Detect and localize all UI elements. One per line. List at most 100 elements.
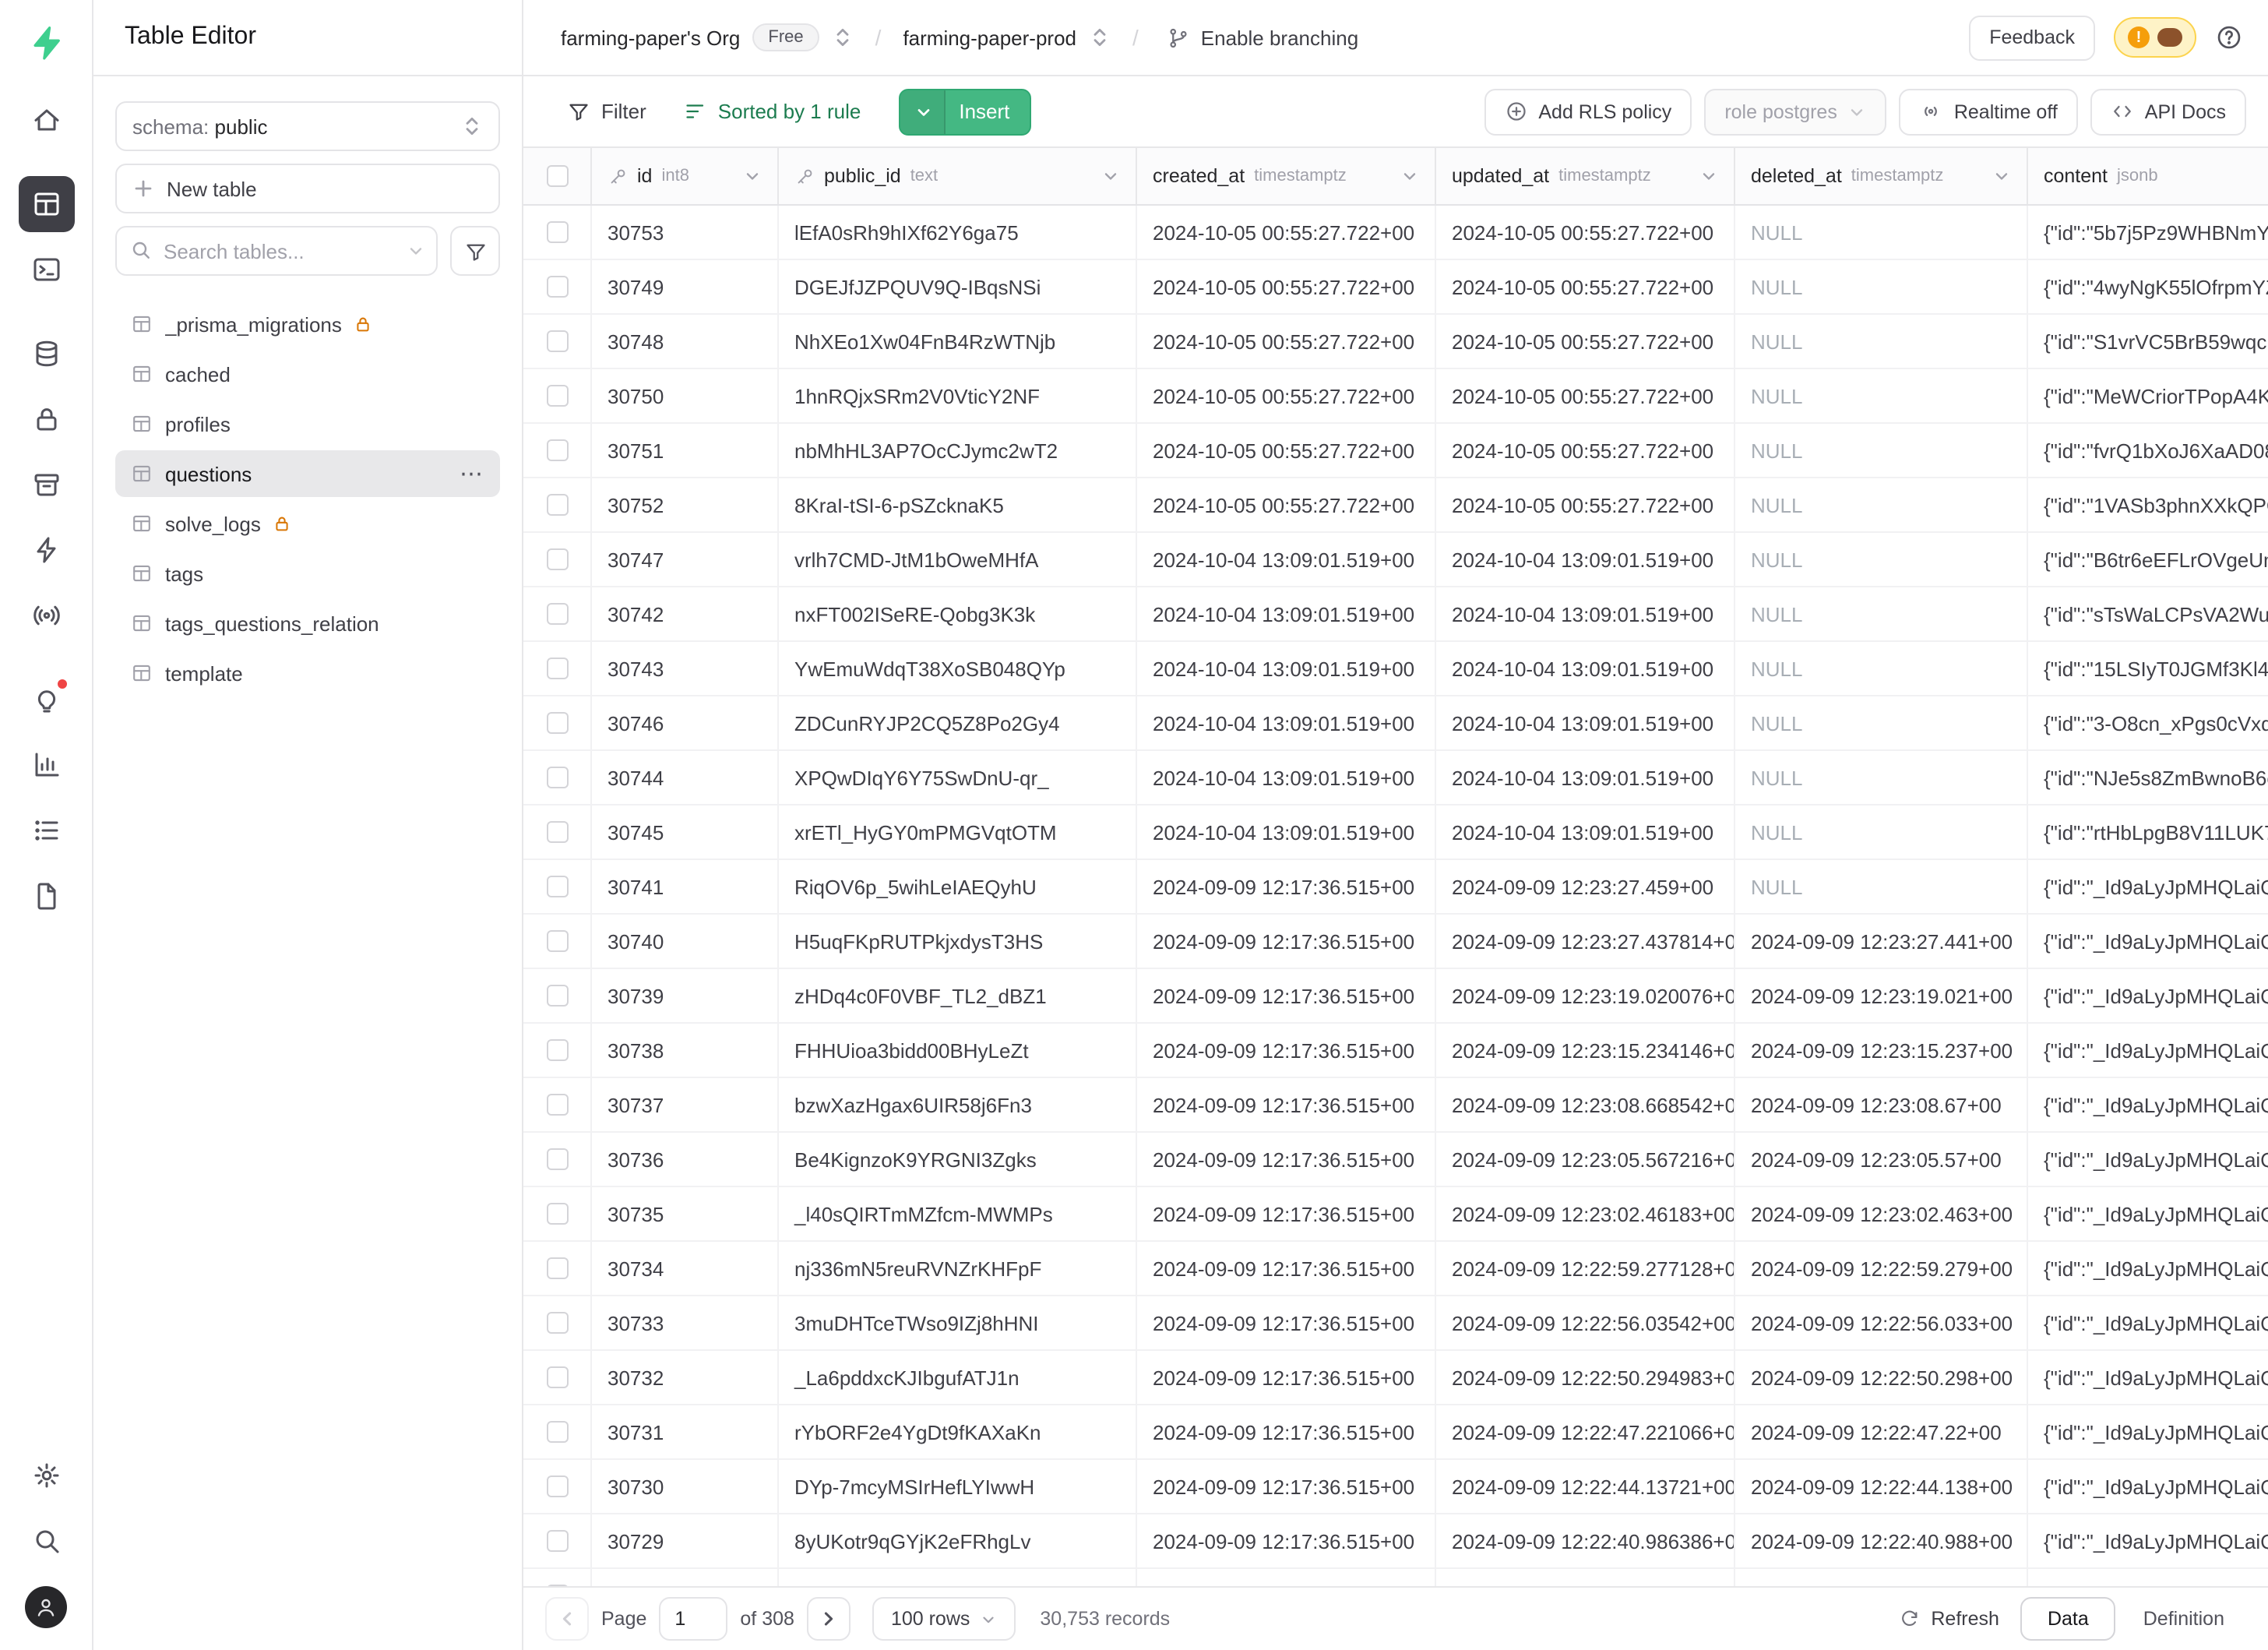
- cell-public-id[interactable]: _La6pddxcKJIbgufATJ1n: [779, 1351, 1137, 1404]
- sidebar-table-item[interactable]: template: [115, 650, 500, 696]
- nav-edge-functions-icon[interactable]: [18, 522, 74, 578]
- cell-content[interactable]: {"id":"_Id9aLyJpMHQLaiQG: [2028, 1569, 2268, 1586]
- cell-deleted-at[interactable]: 2024-09-09 12:22:47.22+00: [1735, 1405, 2028, 1458]
- cell-content[interactable]: {"id":"_Id9aLyJpMHQLaiQG: [2028, 1133, 2268, 1186]
- row-checkbox[interactable]: [546, 1421, 568, 1443]
- cell-deleted-at[interactable]: 2024-09-09 12:23:19.021+00: [1735, 969, 2028, 1022]
- cell-created-at[interactable]: 2024-09-09 12:17:36.515+00: [1137, 1569, 1436, 1586]
- nav-table-editor-icon[interactable]: [18, 176, 74, 232]
- row-checkbox[interactable]: [546, 221, 568, 243]
- cell-public-id[interactable]: DGEJfJZPQUV9Q-IBqsNSi: [779, 260, 1137, 313]
- cell-id[interactable]: 30739: [592, 969, 779, 1022]
- chevron-down-icon[interactable]: [1101, 167, 1120, 185]
- cell-created-at[interactable]: 2024-10-04 13:09:01.519+00: [1137, 587, 1436, 640]
- cell-id[interactable]: 30738: [592, 1024, 779, 1077]
- feedback-button[interactable]: Feedback: [1969, 15, 2095, 60]
- cell-created-at[interactable]: 2024-10-05 00:55:27.722+00: [1137, 478, 1436, 531]
- row-checkbox[interactable]: [546, 385, 568, 407]
- chevron-down-icon[interactable]: [1992, 167, 2011, 185]
- cell-updated-at[interactable]: 2024-10-05 00:55:27.722+00: [1436, 424, 1735, 477]
- table-row[interactable]: 30752 8KraI-tSI-6-pSZcknaK5 2024-10-05 0…: [523, 478, 2268, 533]
- cell-id[interactable]: 30748: [592, 315, 779, 368]
- row-checkbox[interactable]: [546, 330, 568, 352]
- cell-public-id[interactable]: zHDq4c0F0VBF_TL2_dBZ1: [779, 969, 1137, 1022]
- chevron-down-icon[interactable]: [743, 167, 762, 185]
- cell-updated-at[interactable]: 2024-10-04 13:09:01.519+00: [1436, 587, 1735, 640]
- table-row[interactable]: 30749 DGEJfJZPQUV9Q-IBqsNSi 2024-10-05 0…: [523, 260, 2268, 315]
- cell-id[interactable]: 30729: [592, 1514, 779, 1567]
- cell-content[interactable]: {"id":"_Id9aLyJpMHQLaiQG: [2028, 1296, 2268, 1349]
- cell-content[interactable]: {"id":"1VASb3phnXXkQPCpv: [2028, 478, 2268, 531]
- nav-advisors-icon[interactable]: [18, 672, 74, 728]
- table-row[interactable]: 30745 xrETl_HyGY0mPMGVqtOTM 2024-10-04 1…: [523, 806, 2268, 860]
- row-checkbox[interactable]: [546, 603, 568, 625]
- cell-deleted-at[interactable]: 2024-09-09 12:23:02.463+00: [1735, 1187, 2028, 1240]
- cell-public-id[interactable]: bzwXazHgax6UIR58j6Fn3: [779, 1078, 1137, 1131]
- tab-definition[interactable]: Definition: [2122, 1597, 2246, 1641]
- cell-created-at[interactable]: 2024-10-05 00:55:27.722+00: [1137, 206, 1436, 259]
- cell-created-at[interactable]: 2024-10-05 00:55:27.722+00: [1137, 315, 1436, 368]
- row-checkbox[interactable]: [546, 1312, 568, 1334]
- insert-button[interactable]: Insert: [898, 88, 1031, 135]
- row-checkbox[interactable]: [546, 1148, 568, 1170]
- cell-deleted-at[interactable]: NULL: [1735, 587, 2028, 640]
- cell-public-id[interactable]: 8yUKotr9qGYjK2eFRhgLv: [779, 1514, 1137, 1567]
- cell-public-id[interactable]: xrETl_HyGY0mPMGVqtOTM: [779, 806, 1137, 858]
- cell-id[interactable]: 30741: [592, 860, 779, 913]
- row-checkbox[interactable]: [546, 767, 568, 788]
- sidebar-table-item[interactable]: profiles: [115, 400, 500, 447]
- tab-data[interactable]: Data: [2021, 1597, 2115, 1641]
- cell-content[interactable]: {"id":"MeWCriorTPopA4Kc9: [2028, 369, 2268, 422]
- cell-updated-at[interactable]: 2024-10-04 13:09:01.519+00: [1436, 751, 1735, 804]
- cell-id[interactable]: 30733: [592, 1296, 779, 1349]
- chevron-down-icon[interactable]: [1699, 167, 1718, 185]
- cell-public-id[interactable]: YwEmuWdqT38XoSB048QYp: [779, 642, 1137, 695]
- row-checkbox[interactable]: [546, 548, 568, 570]
- cell-created-at[interactable]: 2024-09-09 12:17:36.515+00: [1137, 1460, 1436, 1513]
- cell-created-at[interactable]: 2024-09-09 12:17:36.515+00: [1137, 969, 1436, 1022]
- search-tables-input[interactable]: [115, 226, 438, 276]
- cell-updated-at[interactable]: 2024-10-04 13:09:01.519+00: [1436, 533, 1735, 586]
- cell-content[interactable]: {"id":"_Id9aLyJpMHQLaiQG: [2028, 1187, 2268, 1240]
- cell-deleted-at[interactable]: 2024-09-09 12:22:56.033+00: [1735, 1296, 2028, 1349]
- cell-public-id[interactable]: lEfA0sRh9hIXf62Y6ga75: [779, 206, 1137, 259]
- table-row[interactable]: 30747 vrlh7CMD-JtM1bOweMHfA 2024-10-04 1…: [523, 533, 2268, 587]
- cell-updated-at[interactable]: 2024-09-09 12:22:44.13721+00: [1436, 1460, 1735, 1513]
- cell-content[interactable]: {"id":"_Id9aLyJpMHQLaiQG: [2028, 1460, 2268, 1513]
- cell-public-id[interactable]: _l40sQIRTmMZfcm-MWMPs: [779, 1187, 1137, 1240]
- table-row[interactable]: 30735 _l40sQIRTmMZfcm-MWMPs 2024-09-09 1…: [523, 1187, 2268, 1242]
- row-checkbox[interactable]: [546, 658, 568, 679]
- cell-id[interactable]: 30747: [592, 533, 779, 586]
- cell-id[interactable]: 30732: [592, 1351, 779, 1404]
- table-row[interactable]: 30729 8yUKotr9qGYjK2eFRhgLv 2024-09-09 1…: [523, 1514, 2268, 1569]
- cell-content[interactable]: {"id":"_Id9aLyJpMHQLaiQG: [2028, 1351, 2268, 1404]
- cell-updated-at[interactable]: 2024-10-04 13:09:01.519+00: [1436, 806, 1735, 858]
- table-row[interactable]: 30746 ZDCunRYJP2CQ5Z8Po2Gy4 2024-10-04 1…: [523, 696, 2268, 751]
- page-number-input[interactable]: [659, 1597, 727, 1641]
- cell-created-at[interactable]: 2024-10-04 13:09:01.519+00: [1137, 696, 1436, 749]
- cell-created-at[interactable]: 2024-10-05 00:55:27.722+00: [1137, 369, 1436, 422]
- cell-deleted-at[interactable]: NULL: [1735, 533, 2028, 586]
- chevron-down-icon[interactable]: [1400, 167, 1419, 185]
- column-header-created-at[interactable]: created_at timestamptz: [1137, 148, 1436, 204]
- cell-id[interactable]: 30751: [592, 424, 779, 477]
- cell-deleted-at[interactable]: 2024-09-09 12:22:44.138+00: [1735, 1460, 2028, 1513]
- cell-updated-at[interactable]: 2024-10-05 00:55:27.722+00: [1436, 260, 1735, 313]
- cell-created-at[interactable]: 2024-10-05 00:55:27.722+00: [1137, 424, 1436, 477]
- cell-content[interactable]: {"id":"B6tr6eEFLrOVgeUmH: [2028, 533, 2268, 586]
- cell-public-id[interactable]: XPQwDIqY6Y75SwDnU-qr_: [779, 751, 1137, 804]
- cell-content[interactable]: {"id":"_Id9aLyJpMHQLaiQG: [2028, 1514, 2268, 1567]
- cell-id[interactable]: 30744: [592, 751, 779, 804]
- nav-api-docs-icon[interactable]: [18, 868, 74, 924]
- cell-deleted-at[interactable]: 2024-09-09 12:23:27.441+00: [1735, 915, 2028, 968]
- realtime-toggle-button[interactable]: Realtime off: [1900, 88, 2078, 135]
- cell-deleted-at[interactable]: NULL: [1735, 478, 2028, 531]
- cell-created-at[interactable]: 2024-10-04 13:09:01.519+00: [1137, 533, 1436, 586]
- table-row[interactable]: 30733 3muDHTceTWso9IZj8hHNI 2024-09-09 1…: [523, 1296, 2268, 1351]
- cell-deleted-at[interactable]: 2024-09-09 12:23:15.237+00: [1735, 1024, 2028, 1077]
- cell-id[interactable]: 30736: [592, 1133, 779, 1186]
- cell-created-at[interactable]: 2024-09-09 12:17:36.515+00: [1137, 860, 1436, 913]
- cell-created-at[interactable]: 2024-09-09 12:17:36.515+00: [1137, 915, 1436, 968]
- cell-public-id[interactable]: RiqOV6p_5wihLeIAEQyhU: [779, 860, 1137, 913]
- cell-deleted-at[interactable]: NULL: [1735, 806, 2028, 858]
